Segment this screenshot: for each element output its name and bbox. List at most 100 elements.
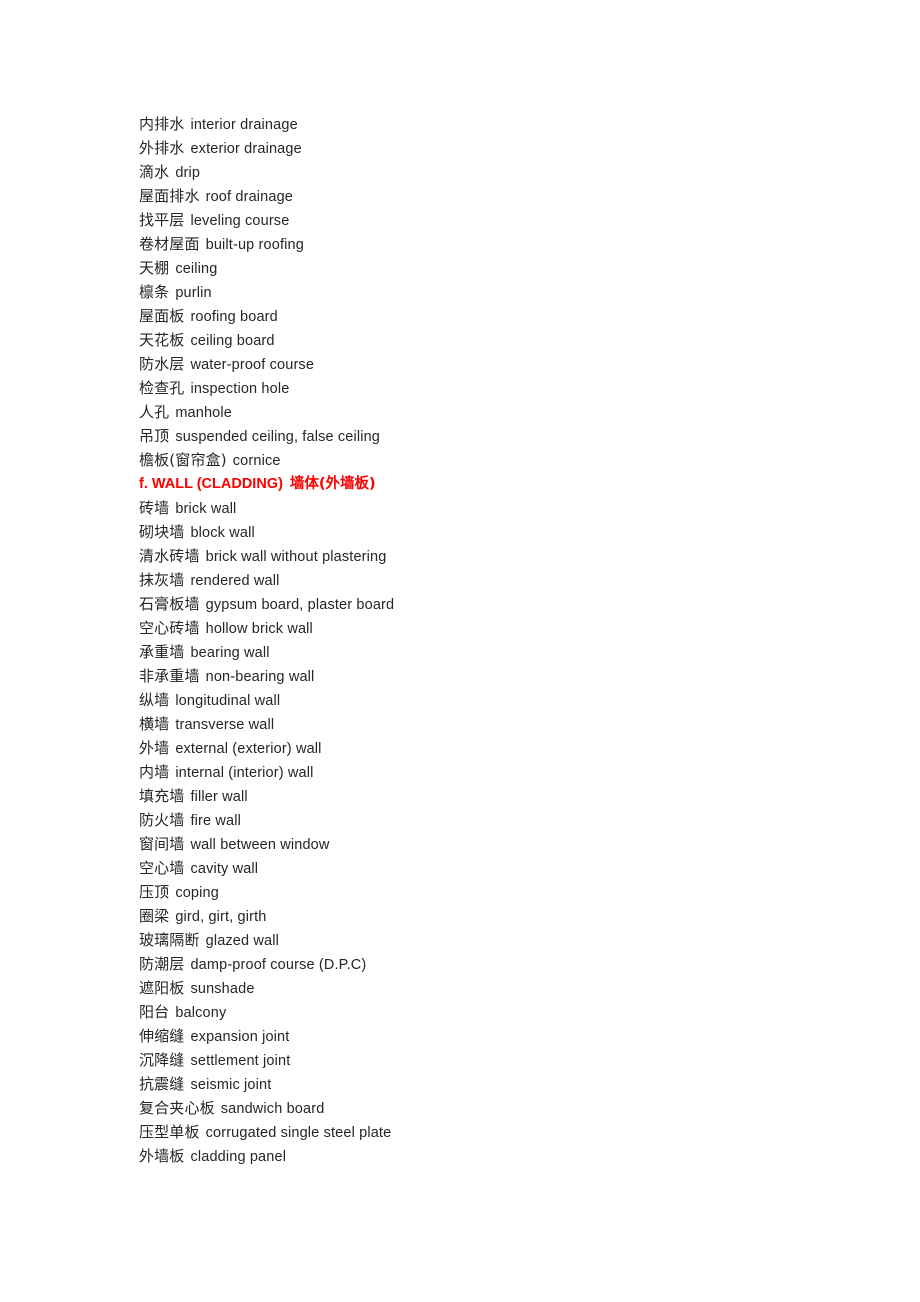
glossary-term-chinese: 承重墙 (139, 643, 185, 661)
glossary-term-chinese: 填充墙 (139, 787, 185, 805)
glossary-gloss-english: built-up roofing (205, 237, 304, 253)
glossary-gloss-english: cornice (232, 453, 281, 469)
glossary-entry: 防水层 water-proof course (139, 352, 920, 376)
glossary-term-chinese: 内排水 (139, 115, 185, 133)
glossary-term-chinese: 抹灰墙 (139, 571, 185, 589)
glossary-gloss-english: corrugated single steel plate (205, 1125, 392, 1141)
glossary-term-chinese: 空心砖墙 (139, 619, 200, 637)
glossary-gloss-english: ceiling board (190, 333, 275, 349)
glossary-entry: 外排水 exterior drainage (139, 136, 920, 160)
glossary-entry: 清水砖墙 brick wall without plastering (139, 544, 920, 568)
glossary-gloss-english: seismic joint (190, 1077, 272, 1093)
document-page: 内排水 interior drainage 外排水 exterior drainage… (0, 0, 920, 1302)
glossary-gloss-english: transverse wall (175, 717, 275, 733)
glossary-gloss-english: brick wall (175, 501, 237, 517)
glossary-gloss-english: cladding panel (190, 1149, 287, 1165)
glossary-term-chinese: 檩条 (139, 283, 170, 301)
glossary-entry: 砌块墙 block wall (139, 520, 920, 544)
glossary-term-chinese: 天花板 (139, 331, 185, 349)
glossary-gloss-english: purlin (175, 285, 212, 301)
glossary-gloss-english: non-bearing wall (205, 669, 315, 685)
glossary-term-chinese: 外墙 (139, 739, 170, 757)
glossary-gloss-english: filler wall (190, 789, 248, 805)
glossary-term-chinese: 石膏板墙 (139, 595, 200, 613)
glossary-gloss-english: cavity wall (190, 861, 259, 877)
glossary-entry: 抗震缝 seismic joint (139, 1072, 920, 1096)
glossary-term-chinese: 清水砖墙 (139, 547, 200, 565)
glossary-gloss-english: manhole (175, 405, 232, 421)
glossary-gloss-english: external (exterior) wall (175, 741, 322, 757)
glossary-entry: 承重墙 bearing wall (139, 640, 920, 664)
glossary-term-chinese: 找平层 (139, 211, 185, 229)
glossary-term-chinese: 玻璃隔断 (139, 931, 200, 949)
glossary-entry: 人孔 manhole (139, 400, 920, 424)
glossary-term-chinese: 吊顶 (139, 427, 170, 445)
glossary-entry: 遮阳板 sunshade (139, 976, 920, 1000)
glossary-gloss-english: brick wall without plastering (205, 549, 387, 565)
glossary-term-chinese: 内墙 (139, 763, 170, 781)
glossary-gloss-english: expansion joint (190, 1029, 290, 1045)
glossary-term-chinese: 沉降缝 (139, 1051, 185, 1069)
glossary-gloss-english: interior drainage (190, 117, 298, 133)
glossary-gloss-english: inspection hole (190, 381, 290, 397)
glossary-entry: 檩条 purlin (139, 280, 920, 304)
glossary-term-chinese: 压顶 (139, 883, 170, 901)
glossary-entry: 内墙 internal (interior) wall (139, 760, 920, 784)
glossary-term-chinese: 卷材屋面 (139, 235, 200, 253)
glossary-gloss-english: fire wall (190, 813, 241, 829)
glossary-entry: 屋面板 roofing board (139, 304, 920, 328)
glossary-term-chinese: 防潮层 (139, 955, 185, 973)
glossary-term-chinese: 空心墙 (139, 859, 185, 877)
glossary-term-chinese: 阳台 (139, 1003, 170, 1021)
glossary-entry: 检查孔 inspection hole (139, 376, 920, 400)
glossary-term-chinese: 屋面排水 (139, 187, 200, 205)
glossary-entry: 防潮层 damp-proof course (D.P.C) (139, 952, 920, 976)
glossary-term-chinese: 砌块墙 (139, 523, 185, 541)
glossary-term-chinese: 窗间墙 (139, 835, 185, 853)
glossary-gloss-english: longitudinal wall (175, 693, 281, 709)
glossary-entry: 滴水 drip (139, 160, 920, 184)
glossary-gloss-english: damp-proof course (D.P.C) (190, 957, 367, 973)
glossary-term-chinese: 复合夹心板 (139, 1099, 215, 1117)
glossary-gloss-english: exterior drainage (190, 141, 302, 157)
glossary-gloss-english: sandwich board (220, 1101, 325, 1117)
glossary-entry: 空心砖墙 hollow brick wall (139, 616, 920, 640)
glossary-entry: 沉降缝 settlement joint (139, 1048, 920, 1072)
glossary-gloss-english: suspended ceiling, false ceiling (175, 429, 381, 445)
glossary-entry: 天花板 ceiling board (139, 328, 920, 352)
glossary-entry: 找平层 leveling course (139, 208, 920, 232)
glossary-entry: 阳台 balcony (139, 1000, 920, 1024)
glossary-term-chinese: 抗震缝 (139, 1075, 185, 1093)
glossary-term-chinese: 检查孔 (139, 379, 185, 397)
glossary-gloss-english: gird, girt, girth (175, 909, 267, 925)
glossary-gloss-english: water-proof course (190, 357, 315, 373)
glossary-term-chinese: 横墙 (139, 715, 170, 733)
glossary-entry: 玻璃隔断 glazed wall (139, 928, 920, 952)
glossary-gloss-english: gypsum board, plaster board (205, 597, 395, 613)
glossary-list: 内排水 interior drainage 外排水 exterior drainage… (139, 112, 920, 1168)
glossary-term-chinese: 遮阳板 (139, 979, 185, 997)
glossary-gloss-english: block wall (190, 525, 255, 541)
glossary-gloss-english: internal (interior) wall (175, 765, 314, 781)
glossary-entry: 屋面排水 roof drainage (139, 184, 920, 208)
section-heading: f. WALL (CLADDING) 墙体(外墙板) (139, 472, 920, 496)
glossary-term-chinese: 圈梁 (139, 907, 170, 925)
glossary-gloss-english: ceiling (175, 261, 218, 277)
glossary-term-chinese: 屋面板 (139, 307, 185, 325)
glossary-term-chinese: 压型单板 (139, 1123, 200, 1141)
glossary-entry: 填充墙 filler wall (139, 784, 920, 808)
glossary-entry: 伸缩缝 expansion joint (139, 1024, 920, 1048)
glossary-entry: 外墙板 cladding panel (139, 1144, 920, 1168)
glossary-entry: 吊顶 suspended ceiling, false ceiling (139, 424, 920, 448)
glossary-gloss-english: roofing board (190, 309, 278, 325)
glossary-term-chinese: 外排水 (139, 139, 185, 157)
glossary-entry: 卷材屋面 built-up roofing (139, 232, 920, 256)
glossary-term-chinese: 伸缩缝 (139, 1027, 185, 1045)
glossary-gloss-english: coping (175, 885, 219, 901)
glossary-term-chinese: 非承重墙 (139, 667, 200, 685)
glossary-term-chinese: 檐板(窗帘盒) (139, 451, 227, 469)
glossary-term-chinese: 外墙板 (139, 1147, 185, 1165)
glossary-gloss-english: bearing wall (190, 645, 270, 661)
glossary-entry: 纵墙 longitudinal wall (139, 688, 920, 712)
glossary-term-chinese: 天棚 (139, 259, 170, 277)
